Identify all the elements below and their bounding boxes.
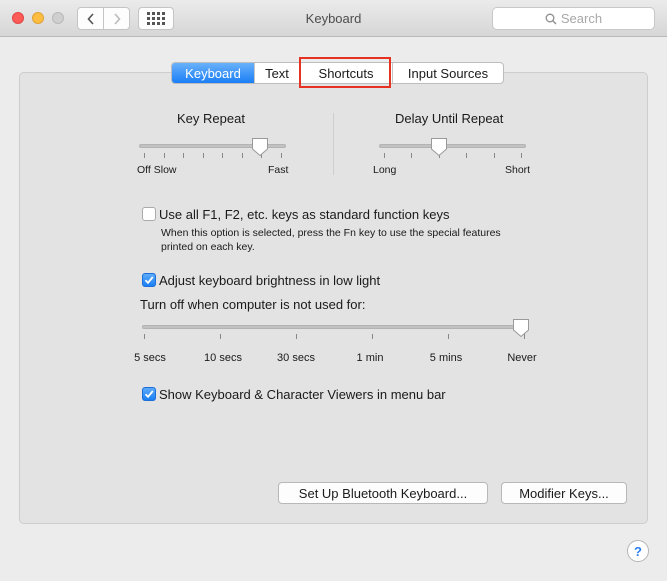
slider-tick: [384, 153, 385, 158]
turn-off-tick-label: 10 secs: [204, 352, 242, 364]
slider-tick: [448, 334, 449, 339]
fn-keys-label[interactable]: Use all F1, F2, etc. keys as standard fu…: [159, 207, 449, 222]
bluetooth-keyboard-button[interactable]: Set Up Bluetooth Keyboard...: [278, 482, 488, 504]
delay-repeat-label: Delay Until Repeat: [395, 111, 504, 126]
turn-off-tick-label: 5 mins: [429, 352, 463, 364]
tab-input-sources[interactable]: Input Sources: [393, 63, 503, 83]
delay-repeat-track[interactable]: [379, 144, 526, 148]
key-repeat-slider-knob[interactable]: [251, 137, 269, 157]
slider-tick: [372, 334, 373, 339]
turn-off-tick-label: 1 min: [356, 352, 384, 364]
turn-off-tick-label: Never: [507, 352, 537, 364]
turn-off-tick-label: 5 secs: [134, 352, 166, 364]
slider-tick: [163, 153, 165, 158]
viewers-checkbox[interactable]: [142, 387, 156, 401]
turn-off-track[interactable]: [142, 325, 528, 329]
slider-tick: [466, 153, 468, 158]
fn-keys-checkbox[interactable]: [142, 207, 156, 221]
slider-tick: [144, 334, 145, 339]
checkmark-icon: [144, 390, 154, 399]
slider-tick: [220, 334, 221, 339]
brightness-label[interactable]: Adjust keyboard brightness in low light: [159, 273, 380, 288]
fn-keys-description: When this option is selected, press the …: [161, 227, 501, 253]
turn-off-slider-knob[interactable]: [512, 318, 530, 338]
slider-tick: [281, 153, 282, 158]
delay-repeat-slider-knob[interactable]: [430, 137, 448, 157]
tab-text[interactable]: Text: [255, 63, 300, 83]
slider-tick: [183, 153, 185, 158]
delay-repeat-min-label: Long: [373, 164, 397, 176]
search-icon: [545, 13, 557, 24]
key-repeat-label: Key Repeat: [177, 111, 245, 126]
turn-off-label: Turn off when computer is not used for:: [140, 297, 366, 312]
slider-tick: [222, 153, 224, 158]
brightness-checkbox[interactable]: [142, 273, 156, 287]
key-repeat-max-label: Fast: [268, 164, 289, 176]
slider-tick: [241, 153, 243, 158]
slider-tick: [144, 153, 145, 158]
title-bar: Keyboard Search: [0, 0, 667, 37]
help-icon: ?: [634, 543, 642, 559]
help-button[interactable]: ?: [627, 540, 649, 562]
slider-tick: [493, 153, 495, 158]
delay-repeat-max-label: Short: [505, 164, 531, 176]
modifier-keys-button[interactable]: Modifier Keys...: [501, 482, 627, 504]
tab-keyboard[interactable]: Keyboard: [172, 63, 255, 83]
slider-tick: [521, 153, 522, 158]
key-repeat-min-label: Off Slow: [137, 164, 177, 176]
divider: [333, 113, 334, 175]
slider-tick: [296, 334, 297, 339]
tab-bar: Keyboard Text Shortcuts Input Sources: [171, 62, 504, 84]
viewers-label[interactable]: Show Keyboard & Character Viewers in men…: [159, 387, 446, 402]
search-field[interactable]: Search: [492, 7, 655, 30]
checkmark-icon: [144, 276, 154, 285]
tab-shortcuts[interactable]: Shortcuts: [300, 63, 393, 83]
search-placeholder: Search: [560, 11, 603, 26]
turn-off-tick-label: 30 secs: [277, 352, 315, 364]
slider-tick: [411, 153, 413, 158]
slider-tick: [202, 153, 204, 158]
